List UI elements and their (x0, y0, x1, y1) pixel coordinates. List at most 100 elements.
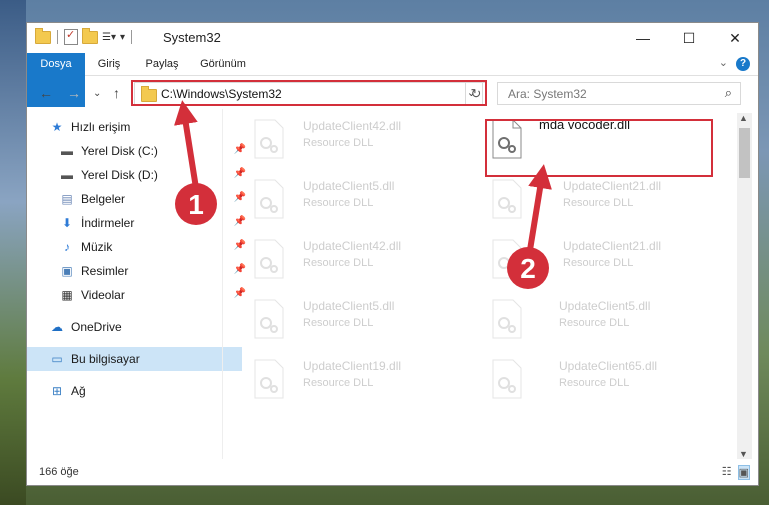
dll-file-icon (492, 299, 522, 339)
sidebar-item-disk-d[interactable]: ▬ Yerel Disk (D:) 📌 (27, 163, 252, 187)
title-bar: ☰▾ ▾ System32 — ☐ ✕ (27, 23, 758, 53)
help-icon[interactable]: ? (736, 57, 750, 71)
dll-file-icon (254, 239, 284, 279)
sidebar-item-label: Bu bilgisayar (71, 352, 140, 366)
network-icon: ⊞ (51, 384, 63, 398)
tab-view[interactable]: Görünüm (195, 53, 251, 75)
tab-home[interactable]: Giriş (89, 53, 129, 75)
maximize-button[interactable]: ☐ (666, 23, 712, 53)
scrollbar-thumb[interactable] (739, 128, 750, 178)
recent-locations-icon[interactable]: ⌄ (93, 88, 101, 99)
forward-arrow-icon[interactable]: → (67, 85, 81, 101)
sidebar-item-label: Belgeler (81, 192, 126, 206)
sidebar-item-label: Videolar (81, 288, 125, 302)
file-name: UpdateClient5.dll (559, 299, 651, 313)
search-box[interactable]: Ara: System32 ⌕ (497, 82, 741, 105)
expand-ribbon-icon[interactable]: ⌄ (719, 56, 728, 69)
file-type: Resource DLL (303, 257, 374, 269)
file-type: Resource DLL (303, 317, 374, 329)
up-arrow-icon[interactable]: ↑ (113, 85, 120, 101)
address-path: C:\Windows\System32 (161, 87, 282, 101)
file-name: UpdateClient5.dll (303, 299, 395, 313)
item-count: 166 öğe (39, 466, 79, 478)
file-type: Resource DLL (303, 197, 374, 209)
file-name: UpdateClient19.dll (303, 359, 402, 373)
tab-share[interactable]: Paylaş (139, 53, 185, 75)
desktop-background (0, 0, 26, 505)
search-icon[interactable]: ⌕ (725, 85, 732, 101)
file-item[interactable]: UpdateClient19.dll Resource DLL (231, 353, 451, 407)
vertical-scrollbar[interactable]: ▲ ▼ (737, 113, 752, 459)
documents-icon: ▤ (61, 192, 73, 206)
file-item[interactable]: UpdateClient5.dll Resource DLL (231, 293, 451, 347)
separator (57, 30, 58, 44)
quick-access-toolbar: ☰▾ ▾ (35, 27, 134, 45)
sidebar-item-label: Yerel Disk (D:) (81, 168, 158, 182)
sidebar-item-quick-access[interactable]: ★ Hızlı erişim (27, 115, 242, 139)
separator (131, 30, 133, 44)
file-item[interactable]: UpdateClient5.dll Resource DLL (231, 173, 451, 227)
file-type: Resource DLL (563, 257, 634, 269)
sidebar-item-network[interactable]: ⊞ Ağ (27, 379, 242, 403)
file-name: UpdateClient65.dll (559, 359, 658, 373)
sidebar-item-onedrive[interactable]: ☁ OneDrive (27, 315, 242, 339)
file-name: UpdateClient21.dll (563, 239, 662, 253)
explorer-window: ☰▾ ▾ System32 — ☐ ✕ Dosya Giriş Paylaş G… (26, 22, 759, 486)
customize-toolbar-icon[interactable]: ▾ (120, 32, 125, 43)
sidebar-item-downloads[interactable]: ⬇ İndirmeler 📌 (27, 211, 252, 235)
file-item[interactable]: UpdateClient21.dll Resource DLL (469, 233, 689, 287)
refresh-button[interactable]: ↻ (465, 82, 487, 105)
file-type: Resource DLL (559, 377, 630, 389)
navigation-pane: ★ Hızlı erişim ▬ Yerel Disk (C:) 📌 ▬ Yer… (27, 115, 246, 455)
scroll-up-icon[interactable]: ▲ (739, 113, 748, 123)
file-highlight-box (485, 119, 713, 177)
sidebar-item-documents[interactable]: ▤ Belgeler 📌 (27, 187, 252, 211)
file-item[interactable]: UpdateClient5.dll Resource DLL (469, 293, 689, 347)
file-item[interactable]: UpdateClient65.dll Resource DLL (469, 353, 689, 407)
dll-file-icon (254, 119, 284, 159)
close-button[interactable]: ✕ (712, 23, 758, 53)
scroll-down-icon[interactable]: ▼ (739, 449, 748, 459)
cloud-icon: ☁ (51, 320, 63, 334)
pictures-icon: ▣ (61, 264, 73, 278)
sidebar-item-music[interactable]: ♪ Müzik 📌 (27, 235, 252, 259)
drive-icon: ▬ (61, 168, 73, 182)
drive-icon: ▬ (61, 144, 73, 158)
sidebar-item-label: Resimler (81, 264, 129, 278)
sidebar-item-label: Ağ (71, 384, 86, 398)
ribbon: Dosya Giriş Paylaş Görünüm ⌄ ? (27, 53, 758, 107)
properties-icon[interactable] (64, 28, 78, 45)
file-name: UpdateClient42.dll (303, 239, 402, 253)
address-bar[interactable]: C:\Windows\System32 ⌄ (134, 82, 483, 105)
sidebar-item-this-pc[interactable]: ▭ Bu bilgisayar (27, 347, 242, 371)
sidebar-item-label: İndirmeler (81, 216, 135, 230)
sidebar-item-label: Müzik (81, 240, 113, 254)
sidebar-item-disk-c[interactable]: ▬ Yerel Disk (C:) 📌 (27, 139, 252, 163)
file-item[interactable]: UpdateClient42.dll Resource DLL (231, 233, 451, 287)
dll-file-icon (492, 359, 522, 399)
video-icon: ▦ (61, 288, 73, 302)
dll-file-icon (254, 359, 284, 399)
large-icons-view-icon[interactable]: ▣ (737, 465, 750, 480)
new-folder-icon[interactable] (82, 27, 98, 44)
sidebar-item-videos[interactable]: ▦ Videolar 📌 (27, 283, 252, 307)
view-menu-icon[interactable]: ☰▾ (102, 32, 116, 43)
sidebar-item-pictures[interactable]: ▣ Resimler 📌 (27, 259, 252, 283)
back-arrow-icon[interactable]: ← (39, 85, 53, 101)
file-type: Resource DLL (559, 317, 630, 329)
address-row: ← → ⌄ ↑ C:\Windows\System32 ⌄ ↻ Ara: Sys… (27, 79, 758, 109)
file-name: UpdateClient5.dll (303, 179, 395, 193)
dll-file-icon (492, 179, 522, 219)
star-icon: ★ (51, 120, 63, 134)
status-bar: 166 öğe ☷ ▣ (27, 459, 758, 485)
music-icon: ♪ (64, 240, 70, 254)
file-type: Resource DLL (303, 137, 374, 149)
file-item[interactable]: UpdateClient42.dll Resource DLL (231, 113, 451, 167)
file-item[interactable]: UpdateClient21.dll Resource DLL (469, 173, 689, 227)
minimize-button[interactable]: — (620, 23, 666, 53)
dll-file-icon (254, 179, 284, 219)
sidebar-item-label: Yerel Disk (C:) (81, 144, 158, 158)
details-view-icon[interactable]: ☷ (722, 465, 732, 480)
folder-icon (35, 27, 51, 44)
folder-icon (141, 86, 157, 102)
